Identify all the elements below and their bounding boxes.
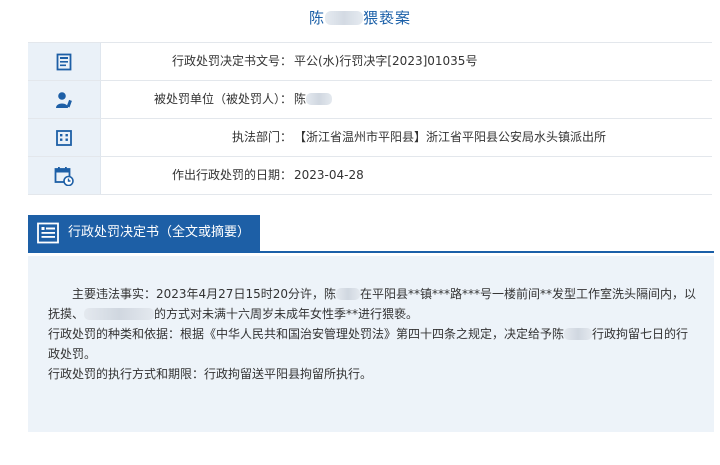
section-title: 行政处罚决定书（全文或摘要） [68, 225, 251, 240]
info-icon-cell [28, 81, 101, 118]
document-icon [56, 53, 72, 70]
basis-text-a: 行政处罚的种类和依据：根据《中华人民共和国治安管理处罚法》第四十四条之规定，决定… [48, 327, 565, 341]
info-row-document-number: 行政处罚决定书文号： 平公(水)行罚决字[2023]01035号 [28, 43, 712, 81]
calendar-icon [54, 166, 74, 186]
info-icon-cell [28, 43, 101, 80]
info-label: 行政处罚决定书文号： [171, 54, 292, 68]
info-label: 执法部门： [231, 130, 292, 144]
info-row-penalty-date: 作出行政处罚的日期： 2023-04-28 [28, 157, 712, 195]
case-title-prefix: 陈 [308, 9, 325, 27]
info-table: 行政处罚决定书文号： 平公(水)行罚决字[2023]01035号 被处罚单位（被… [28, 42, 712, 195]
penalty-basis-paragraph: 行政处罚的种类和依据：根据《中华人民共和国治安管理处罚法》第四十四条之规定，决定… [48, 324, 698, 364]
list-document-icon [37, 222, 59, 244]
redacted-name [325, 11, 363, 25]
info-value: 平公(水)行罚决字[2023]01035号 [294, 54, 478, 68]
case-title-suffix: 猥亵案 [363, 9, 412, 27]
info-value: 2023-04-28 [294, 168, 364, 182]
info-icon-cell [28, 119, 101, 156]
info-label: 作出行政处罚的日期： [171, 168, 292, 182]
facts-text-a: 主要违法事实：2023年4月27日15时20分许，陈 [72, 287, 336, 301]
section-header: 行政处罚决定书（全文或摘要） [28, 215, 714, 253]
facts-text-c: 的方式对未满十六周岁未成年女性季**进行猥亵。 [154, 307, 419, 321]
redacted-name [564, 328, 593, 340]
decision-content: 主要违法事实：2023年4月27日15时20分许，陈 在平阳县**镇***路***… [28, 256, 714, 432]
execution-paragraph: 行政处罚的执行方式和期限：行政拘留送平阳县拘留所执行。 [48, 367, 373, 381]
illegal-facts-paragraph: 主要违法事实：2023年4月27日15时20分许，陈 在平阳县**镇***路***… [48, 284, 696, 324]
case-title: 陈 猥亵案 [0, 8, 720, 28]
redacted-text [84, 308, 155, 320]
info-row-enforcement-dept: 执法部门： 【浙江省温州市平阳县】浙江省平阳县公安局水头镇派出所 [28, 119, 712, 157]
section-tab: 行政处罚决定书（全文或摘要） [28, 215, 260, 251]
info-value: 【浙江省温州市平阳县】浙江省平阳县公安局水头镇派出所 [294, 130, 607, 144]
person-icon [56, 91, 72, 108]
building-icon [56, 129, 72, 146]
info-label: 被处罚单位（被处罚人）： [153, 92, 292, 106]
redacted-name [335, 288, 360, 300]
info-icon-cell [28, 157, 101, 194]
penalized-name: 陈 [294, 92, 307, 106]
info-value: 陈 [294, 81, 333, 118]
redacted-name [306, 93, 333, 105]
info-row-penalized-party: 被处罚单位（被处罚人）： 陈 [28, 81, 712, 119]
